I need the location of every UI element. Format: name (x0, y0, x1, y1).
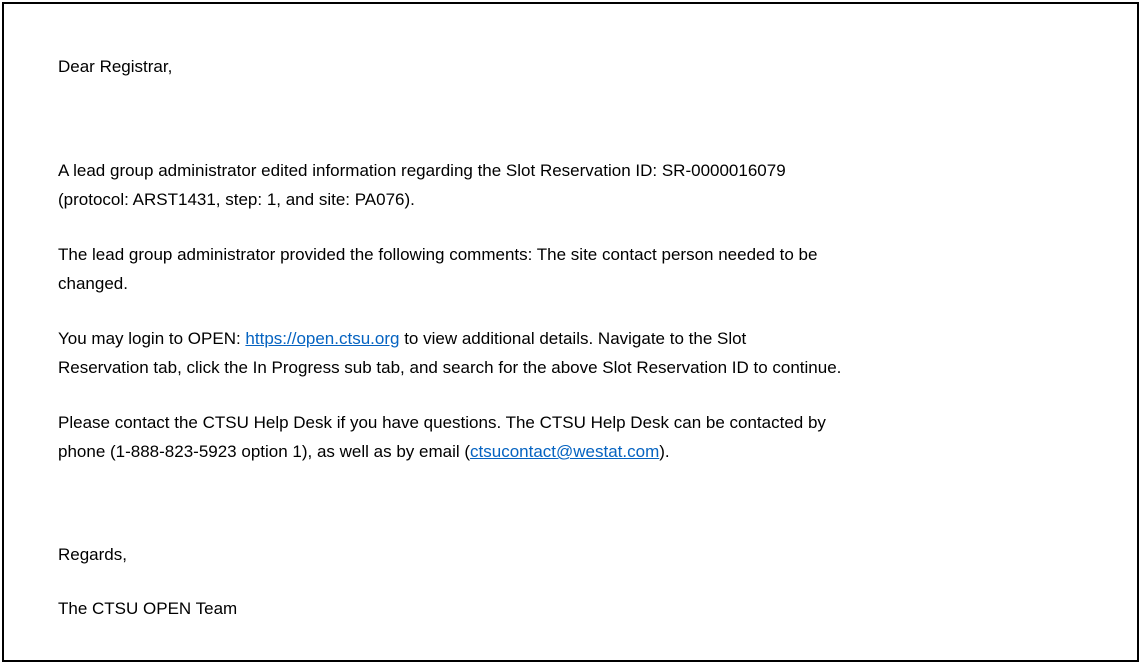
signature: The CTSU OPEN Team (58, 599, 238, 618)
edit-notice-line-1: A lead group administrator edited inform… (58, 161, 786, 180)
closing: Regards, (58, 545, 127, 564)
comments-line-2: changed. (58, 274, 128, 293)
paragraph-login: You may login to OPEN: https://open.ctsu… (58, 324, 1118, 382)
paragraph-edit-notice: A lead group administrator edited inform… (58, 156, 1118, 214)
login-line-2: Reservation tab, click the In Progress s… (58, 358, 842, 377)
greeting: Dear Registrar, (58, 57, 173, 76)
login-prefix: You may login to OPEN: (58, 329, 246, 348)
open-portal-link[interactable]: https://open.ctsu.org (245, 329, 399, 348)
login-suffix: to view additional details. Navigate to … (399, 329, 747, 348)
help-desk-line-1: Please contact the CTSU Help Desk if you… (58, 413, 826, 432)
login-line-1: You may login to OPEN: https://open.ctsu… (58, 324, 1118, 353)
paragraph-help-desk: Please contact the CTSU Help Desk if you… (58, 408, 1118, 466)
edit-notice-line-2: (protocol: ARST1431, step: 1, and site: … (58, 190, 415, 209)
support-email-link[interactable]: ctsucontact@westat.com (470, 442, 659, 461)
email-close: ). (659, 442, 670, 461)
help-desk-line-2: phone (1-888-823-5923 option 1), as well… (58, 437, 1118, 466)
paragraph-comments: The lead group administrator provided th… (58, 240, 1118, 298)
phone-text: phone (1-888-823-5923 option 1), as well… (58, 442, 471, 461)
comments-line-1: The lead group administrator provided th… (58, 245, 818, 264)
